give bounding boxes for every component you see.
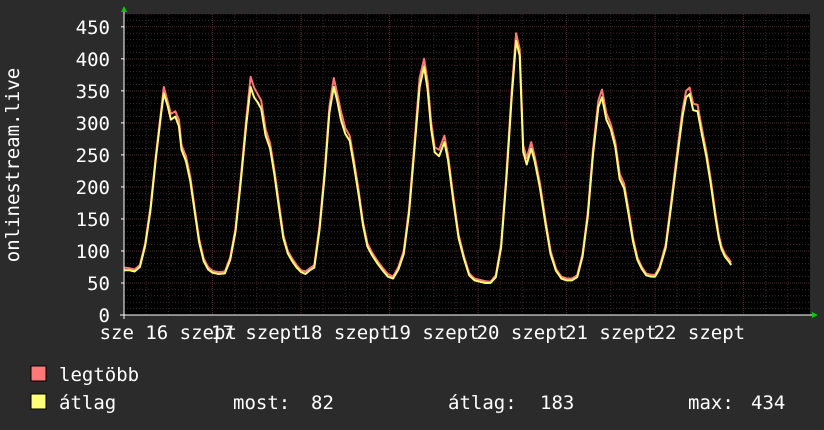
stat-max-value: 434 <box>751 392 785 414</box>
stat-atlag-value: 183 <box>540 392 574 414</box>
x-tick-label: 17 szept <box>211 322 303 344</box>
stat-most-value: 82 <box>311 392 334 414</box>
legend-label-atlag: átlag <box>59 392 116 414</box>
y-tick-label: 50 <box>87 273 110 295</box>
y-tick-label: 450 <box>76 17 110 39</box>
y-tick-label: 250 <box>76 145 110 167</box>
x-tick-label: 20 szept <box>477 322 569 344</box>
x-tick-label: 22 szept <box>654 322 746 344</box>
chart: 050100150200250300350400450sze 16 szept1… <box>0 0 824 430</box>
y-tick-label: 200 <box>76 177 110 199</box>
y-tick-label: 400 <box>76 49 110 71</box>
y-axis-label: onlinestream.live <box>2 68 24 262</box>
legend-swatch-atlag <box>30 393 47 410</box>
x-tick-label: 21 szept <box>565 322 657 344</box>
legend-label-legtobb: legtöbb <box>59 364 139 386</box>
legend-swatch-legtobb <box>30 365 47 382</box>
stat-max-label: max: <box>688 392 734 414</box>
x-tick-label: 19 szept <box>388 322 480 344</box>
x-tick-label: 18 szept <box>300 322 392 344</box>
y-tick-label: 100 <box>76 241 110 263</box>
y-tick-label: 350 <box>76 81 110 103</box>
y-tick-label: 150 <box>76 209 110 231</box>
y-tick-label: 300 <box>76 113 110 135</box>
stat-most-label: most: <box>233 392 290 414</box>
stat-atlag-label: átlag: <box>448 392 517 414</box>
